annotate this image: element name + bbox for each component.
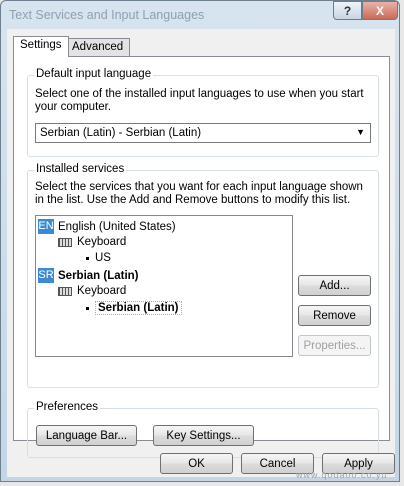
- add-button[interactable]: Add...: [298, 275, 371, 296]
- default-language-dropdown[interactable]: Serbian (Latin) - Serbian (Latin) ▼: [35, 123, 371, 143]
- tree-node-language[interactable]: EN English (United States): [38, 219, 176, 234]
- preferences-group: Preferences Language Bar... Key Settings…: [27, 401, 379, 458]
- watermark: www.qodaoo.co.yu: [296, 470, 388, 480]
- chevron-down-icon: ▼: [356, 127, 365, 137]
- keyboard-icon: [58, 286, 72, 296]
- keyboard-label: Keyboard: [77, 236, 127, 248]
- language-label: Serbian (Latin): [58, 269, 139, 282]
- tab-settings[interactable]: Settings: [13, 36, 69, 57]
- keyboard-icon: [58, 237, 72, 247]
- layout-label: US: [95, 252, 111, 264]
- language-bar-button[interactable]: Language Bar...: [36, 425, 137, 446]
- close-button[interactable]: X: [362, 1, 398, 20]
- tree-node-keyboard[interactable]: Keyboard: [58, 285, 126, 297]
- close-icon: X: [375, 3, 384, 18]
- language-label: English (United States): [58, 220, 176, 233]
- tab-advanced[interactable]: Advanced: [65, 38, 131, 57]
- window-title: Text Services and Input Languages: [9, 8, 205, 22]
- services-tree[interactable]: EN English (United States) Keyboard US S…: [35, 215, 293, 357]
- help-icon: ?: [343, 3, 352, 18]
- default-language-value: Serbian (Latin) - Serbian (Latin): [40, 127, 202, 139]
- title-bar[interactable]: Text Services and Input Languages ? X: [1, 1, 399, 29]
- tree-node-layout[interactable]: US: [86, 252, 111, 264]
- keyboard-label: Keyboard: [77, 285, 127, 297]
- ok-button[interactable]: OK: [160, 453, 233, 474]
- key-settings-button[interactable]: Key Settings...: [153, 425, 254, 446]
- installed-services-description: Select the services that you want for ea…: [35, 181, 363, 206]
- settings-panel: Default input language Select one of the…: [13, 56, 390, 458]
- preferences-title: Preferences: [34, 401, 101, 413]
- help-button[interactable]: ?: [333, 1, 362, 20]
- tree-node-language[interactable]: SR Serbian (Latin): [38, 268, 139, 283]
- language-badge-icon: EN: [38, 219, 54, 234]
- language-badge-icon: SR: [38, 268, 54, 283]
- default-language-group: Default input language Select one of the…: [27, 68, 379, 157]
- tree-node-keyboard[interactable]: Keyboard: [58, 236, 126, 248]
- installed-services-title: Installed services: [34, 163, 127, 175]
- default-language-description: Select one of the installed input langua…: [35, 88, 364, 113]
- installed-services-group: Installed services Select the services t…: [27, 163, 379, 388]
- layout-label: Serbian (Latin): [95, 301, 182, 315]
- properties-button[interactable]: Properties...: [298, 335, 371, 356]
- bullet-icon: [86, 306, 89, 310]
- remove-button[interactable]: Remove: [298, 305, 371, 326]
- default-language-title: Default input language: [34, 68, 154, 80]
- dialog-window: Text Services and Input Languages ? X Se…: [0, 0, 400, 482]
- bullet-icon: [86, 256, 89, 260]
- dialog-client: Settings Advanced Default input language…: [7, 29, 395, 477]
- tree-node-layout[interactable]: Serbian (Latin): [86, 301, 182, 315]
